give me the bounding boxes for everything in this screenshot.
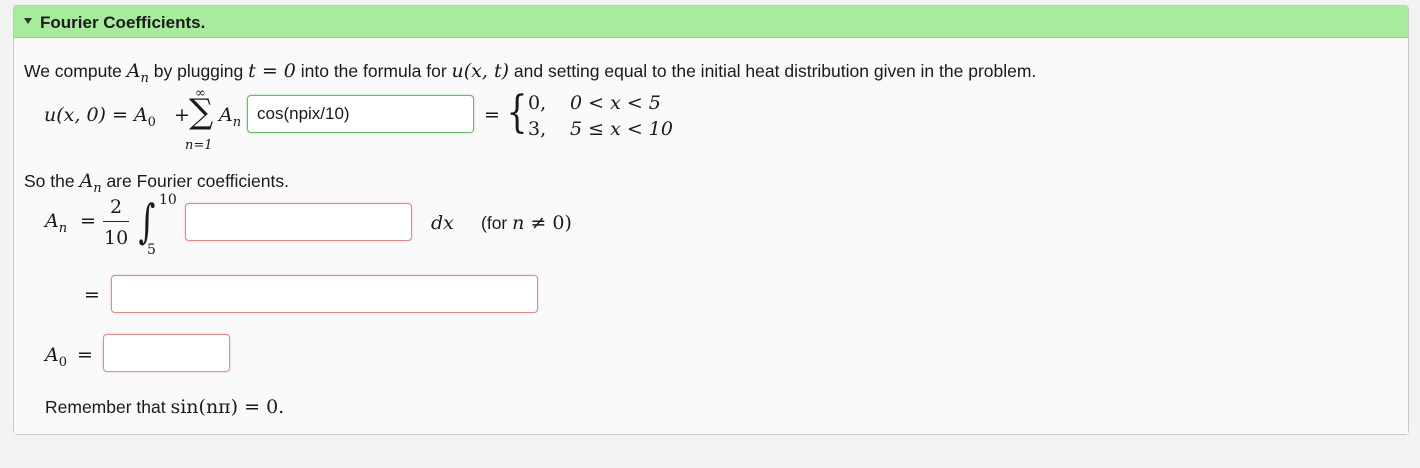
fourier-sentence: So the An are Fourier coefficients. [24,170,289,196]
panel-header[interactable]: Fourier Coefficients. [14,6,1408,38]
A0-input[interactable] [103,334,230,372]
caret-down-icon[interactable] [24,18,32,24]
intro-sentence: We compute An by plugging t = 0 into the… [24,60,1036,86]
sum-lower-limit: n=1 [185,138,213,153]
intro-text: by plugging [148,61,249,81]
panel-title: Fourier Coefficients. [40,13,206,32]
remember-note: Remember that sin(nπ) = 0. [45,396,285,418]
intro-text: and setting equal to the initial heat di… [509,61,1037,81]
intro-text: We compute [24,61,127,81]
series-term-input[interactable] [247,95,474,133]
fourier-coefficients-panel: Fourier Coefficients. We compute An by p… [13,5,1409,435]
case2-value: 3, [528,118,547,140]
integrand-input[interactable] [185,203,412,241]
fraction-bar [103,221,129,222]
case1-value: 0, [528,92,547,114]
series-lhs: u(x, 0) = A0 [44,104,156,130]
A0-lhs: A0 [45,344,68,370]
case1-condition: 0 < x < 5 [570,92,661,114]
series-equals: = [484,104,500,126]
left-brace-icon: { [506,87,528,138]
panel-content: We compute An by plugging t = 0 into the… [14,38,1408,434]
case2-condition: 5 ≤ x < 10 [570,118,673,140]
dx-label: dx [431,212,454,234]
n-nonzero-note: (for n ≠ 0) [481,212,572,234]
t-equals-zero: t = 0 [248,60,296,82]
A-symbol: An [126,60,149,86]
u-of-x-t: u(x, t) [451,60,510,82]
fraction-denominator: 10 [104,227,129,249]
intro-text: into the formula for [295,61,452,81]
second-equals: = [84,284,100,306]
An-lhs: An [45,210,68,236]
integral-lower-limit: 5 [147,242,156,258]
plus-sign: + [174,104,190,126]
integral-equals: = [80,210,96,232]
integral-icon: ∫ [138,194,156,248]
A0-equals: = [77,344,93,366]
sum-icon: ∑ [189,92,214,132]
fraction-numerator: 2 [110,196,123,218]
integral-upper-limit: 10 [159,192,177,208]
An-symbol: An [219,104,242,130]
simplified-An-input[interactable] [111,275,538,313]
